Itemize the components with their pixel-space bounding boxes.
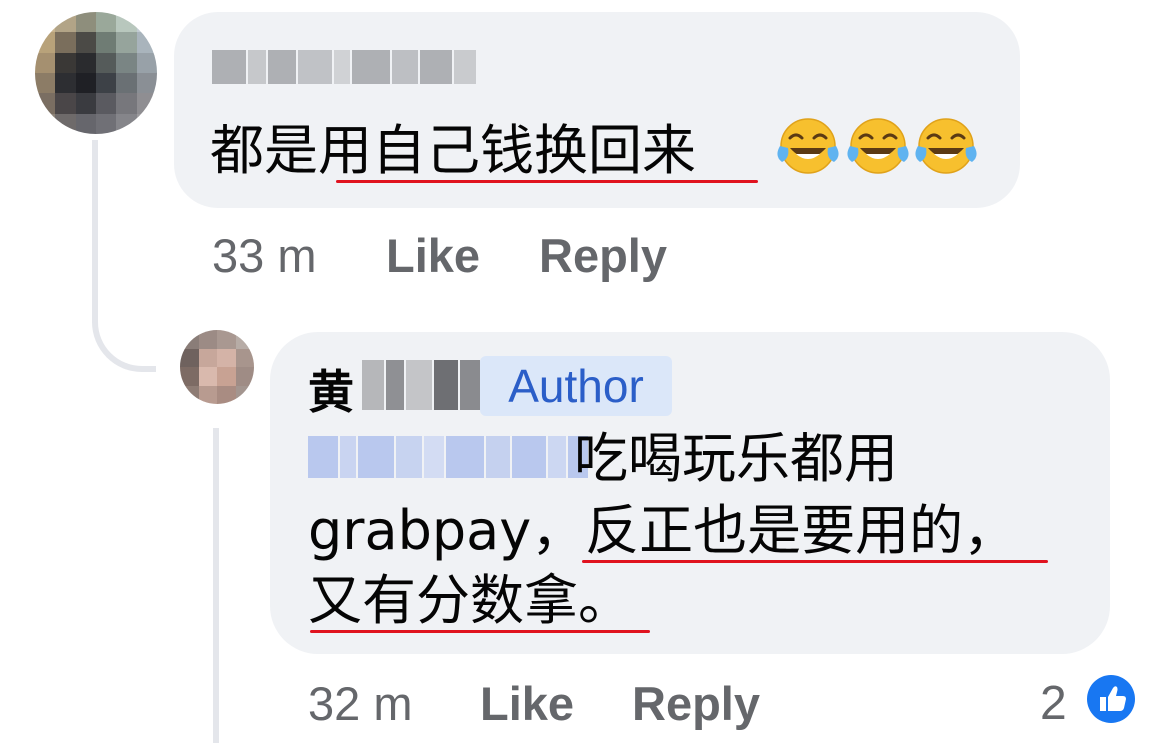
comment-like-button[interactable]: Like: [386, 228, 480, 283]
comment-text: 都是用自己钱换回来: [210, 119, 696, 182]
reply-text-underline-1: [582, 560, 1048, 563]
reply-text-line1: 吃喝玩乐都用: [574, 427, 898, 490]
author-avatar[interactable]: [180, 330, 254, 404]
reaction-count[interactable]: 2: [1040, 676, 1067, 731]
author-surname: 黄: [308, 365, 354, 419]
reaction-badge[interactable]: [1084, 672, 1138, 726]
commenter-name-blurred[interactable]: [212, 50, 476, 84]
face-with-tears-of-joy-icon: [847, 118, 909, 174]
reply-like-button[interactable]: Like: [480, 676, 574, 731]
thread-connector: [92, 140, 156, 372]
comment-text-underline: [336, 180, 758, 183]
author-name[interactable]: 黄: [308, 356, 354, 422]
author-badge: Author: [480, 356, 672, 416]
comment-reply-button[interactable]: Reply: [539, 228, 667, 283]
reply-timestamp[interactable]: 32 m: [308, 676, 413, 731]
commenter-avatar[interactable]: [35, 12, 157, 134]
reply-reply-button[interactable]: Reply: [632, 676, 760, 731]
face-with-tears-of-joy-icon: [915, 118, 977, 174]
comment-timestamp[interactable]: 33 m: [212, 228, 317, 283]
reply-text-line2: grabpay，反正也是要用的，: [308, 499, 1018, 562]
reply-text-line3: 又有分数拿。: [308, 569, 632, 632]
reply-text-underline-2: [310, 630, 650, 633]
thumbs-up-icon: [1087, 675, 1135, 723]
thread-connector-reply: [213, 428, 219, 743]
face-with-tears-of-joy-icon: [777, 118, 839, 174]
mentioned-user-blurred[interactable]: [308, 436, 588, 478]
